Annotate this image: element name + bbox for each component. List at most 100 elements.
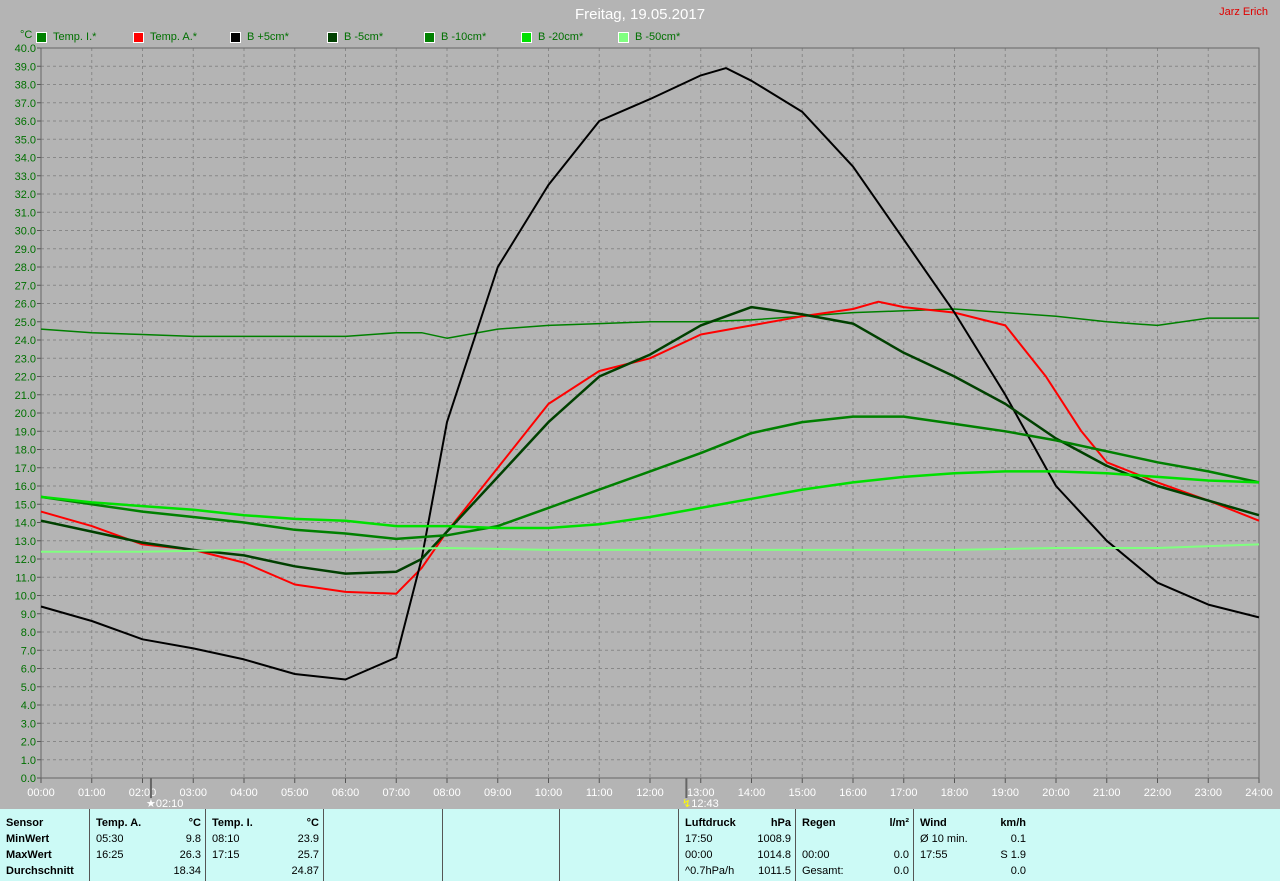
y-tick-label: 2.0 xyxy=(21,737,36,749)
unit: °C xyxy=(188,817,201,829)
legend-swatch xyxy=(133,31,144,43)
y-tick-label: 17.0 xyxy=(15,463,36,475)
x-tick-label: 24:00 xyxy=(1245,787,1273,799)
label-sensor: Sensor xyxy=(6,817,44,829)
y-tick-label: 29.0 xyxy=(15,244,36,256)
avg-value: 24.87 xyxy=(291,865,319,877)
y-tick-label: 6.0 xyxy=(21,664,36,676)
x-tick-label: 23:00 xyxy=(1194,787,1222,799)
legend-item[interactable]: B -5cm* xyxy=(327,31,424,43)
x-tick-label: 16:00 xyxy=(839,787,867,799)
max-time: 17:15 xyxy=(212,849,240,861)
y-tick-label: 22.0 xyxy=(15,372,36,384)
y-tick-label: 31.0 xyxy=(15,207,36,219)
x-tick-label: 05:00 xyxy=(281,787,309,799)
legend-label: Temp. A.* xyxy=(150,31,198,43)
total-label: Gesamt: xyxy=(802,865,844,877)
legend-label: B +5cm* xyxy=(247,31,289,43)
y-tick-label: 13.0 xyxy=(15,536,36,548)
y-tick-label: 11.0 xyxy=(15,572,36,584)
y-tick-label: 25.0 xyxy=(15,317,36,329)
x-tick-label: 08:00 xyxy=(433,787,461,799)
x-tick-label: 20:00 xyxy=(1042,787,1070,799)
max-value: 1014.8 xyxy=(757,849,791,861)
y-tick-label: 7.0 xyxy=(21,645,36,657)
x-tick-label: 01:00 xyxy=(78,787,106,799)
labels-column: Sensor MinWert MaxWert Durchschnitt xyxy=(0,809,89,881)
legend-swatch xyxy=(36,31,47,43)
temp-i-column: Temp. I. °C 08:10 23.9 17:15 25.7 24.87 xyxy=(205,809,323,881)
y-tick-label: 24.0 xyxy=(15,335,36,347)
pressure-column: Luftdruck hPa 17:50 1008.9 00:00 1014.8 ^0.… xyxy=(678,809,795,881)
author-label: Jarz Erich xyxy=(1219,6,1268,18)
min-time: 08:10 xyxy=(212,833,240,845)
wind-column: Wind km/h Ø 10 min. 0.1 17:55 S 1.9 0.0 xyxy=(913,809,1030,881)
y-tick-label: 30.0 xyxy=(15,226,36,238)
x-tick-label: 18:00 xyxy=(941,787,969,799)
y-tick-label: 33.0 xyxy=(15,171,36,183)
x-tick-label: 06:00 xyxy=(332,787,360,799)
y-tick-label: 20.0 xyxy=(15,408,36,420)
rain-time: 00:00 xyxy=(802,849,830,861)
empty-column xyxy=(442,809,559,881)
legend-item[interactable]: Temp. I.* xyxy=(36,31,133,43)
x-tick-label: 00:00 xyxy=(27,787,55,799)
y-tick-label: 35.0 xyxy=(15,134,36,146)
y-tick-label: 15.0 xyxy=(15,499,36,511)
unit: °C xyxy=(306,817,319,829)
x-tick-label: 22:00 xyxy=(1144,787,1172,799)
header: Regen xyxy=(802,817,836,829)
max-time: 00:00 xyxy=(685,849,713,861)
gust-value: S 1.9 xyxy=(1000,849,1026,861)
x-tick-label: 09:00 xyxy=(484,787,512,799)
max-value: 25.7 xyxy=(297,849,319,861)
header: Temp. I. xyxy=(212,817,253,829)
legend-label: B -50cm* xyxy=(635,31,681,43)
min-time: 17:50 xyxy=(685,833,713,845)
empty-column xyxy=(559,809,678,881)
legend-swatch xyxy=(424,31,435,43)
legend-item[interactable]: B -50cm* xyxy=(618,31,715,43)
unit: km/h xyxy=(1000,817,1026,829)
min-time: 05:30 xyxy=(96,833,124,845)
legend-swatch xyxy=(230,31,241,43)
legend-label: B -10cm* xyxy=(441,31,487,43)
y-tick-label: 0.0 xyxy=(21,773,36,785)
legend-item[interactable]: B -10cm* xyxy=(424,31,521,43)
y-tick-label: 32.0 xyxy=(15,189,36,201)
trend: ^0.7hPa/h xyxy=(685,865,735,877)
y-tick-label: 19.0 xyxy=(15,426,36,438)
legend-item[interactable]: B -20cm* xyxy=(521,31,618,43)
legend-item[interactable]: Temp. A.* xyxy=(133,31,230,43)
y-tick-label: 23.0 xyxy=(15,353,36,365)
label-avg: Durchschnitt xyxy=(6,865,74,877)
y-tick-label: 16.0 xyxy=(15,481,36,493)
y-tick-label: 36.0 xyxy=(15,116,36,128)
y-tick-label: 18.0 xyxy=(15,445,36,457)
total-value: 0.0 xyxy=(893,865,909,877)
chart-title: Freitag, 19.05.2017 xyxy=(574,6,706,23)
unit: hPa xyxy=(770,817,791,829)
legend-item[interactable]: B +5cm* xyxy=(230,31,327,43)
legend-swatch xyxy=(327,31,338,43)
y-tick-label: 37.0 xyxy=(15,98,36,110)
y-tick-label: 12.0 xyxy=(15,554,36,566)
x-tick-label: 14:00 xyxy=(738,787,766,799)
avg-label: Ø 10 min. xyxy=(920,833,968,845)
max-value: 26.3 xyxy=(179,849,201,861)
max-time: 16:25 xyxy=(96,849,124,861)
legend-swatch xyxy=(618,31,629,43)
empty-column xyxy=(323,809,442,881)
legend-label: B -5cm* xyxy=(344,31,384,43)
x-tick-label: 19:00 xyxy=(991,787,1019,799)
x-tick-label: 17:00 xyxy=(890,787,918,799)
x-tick-label: 03:00 xyxy=(179,787,207,799)
header: Luftdruck xyxy=(685,817,736,829)
label-max: MaxWert xyxy=(6,849,52,861)
avg-value: 18.34 xyxy=(173,865,201,877)
x-tick-label: 11:00 xyxy=(586,787,613,799)
y-tick-label: 27.0 xyxy=(15,280,36,292)
x-tick-label: 10:00 xyxy=(535,787,563,799)
y-tick-label: 9.0 xyxy=(21,609,36,621)
x-tick-label: 21:00 xyxy=(1093,787,1121,799)
